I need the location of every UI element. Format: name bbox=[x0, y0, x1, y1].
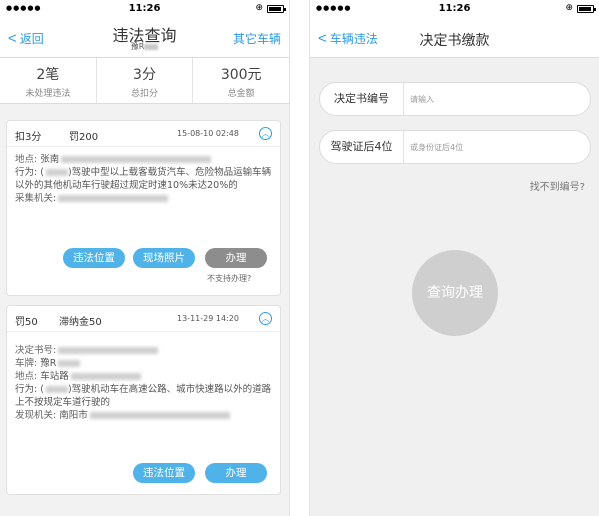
left-screen: ●●●●● 11:26 ⊕ < 返回 违法查询 豫R 其它车辆 2笔 未处理违法… bbox=[0, 0, 290, 516]
action-prefix: ( bbox=[40, 384, 44, 395]
battery-icon bbox=[267, 5, 286, 13]
license-digits-field: 驾驶证后4位 bbox=[319, 130, 591, 164]
action-prefix: ( bbox=[40, 167, 44, 178]
fine-amount: 罚50 bbox=[15, 317, 38, 328]
place-value: 车站路 bbox=[40, 371, 69, 382]
violation-card: 扣3分 罚200 15-08-10 02:48 ︿ 地点: 张南 行为: ()驾… bbox=[6, 120, 281, 296]
fine-amount: 罚200 bbox=[69, 132, 99, 143]
place-row: 地点: 车站路 bbox=[15, 370, 272, 383]
scene-photo-button[interactable]: 现场照片 bbox=[133, 248, 195, 268]
summary-value: 2笔 bbox=[36, 67, 60, 83]
late-fee: 滞纳金50 bbox=[59, 317, 102, 328]
action-row: 行为: ()驾驶机动车在高速公路、城市快速路以外的道路上不按规定车道行驶的 bbox=[15, 383, 272, 409]
plate-row: 车牌: 豫R bbox=[15, 357, 272, 370]
org-row: 采集机关: bbox=[15, 192, 272, 205]
card-body: 决定书号: 车牌: 豫R 地点: 车站路 行为: ()驾驶机动车在高速公路、城市… bbox=[7, 332, 280, 422]
query-handle-button[interactable]: 查询办理 bbox=[412, 250, 498, 336]
place-value: 张南 bbox=[40, 154, 60, 165]
status-bar: ●●●●● 11:26 ⊕ bbox=[310, 0, 599, 18]
blurred-text bbox=[58, 195, 169, 202]
summary-bar: 2笔 未处理违法 3分 总扣分 300元 总金额 bbox=[0, 58, 289, 104]
nav-bar: < 车辆违法 决定书缴款 bbox=[310, 18, 599, 58]
license-digits-input[interactable] bbox=[410, 139, 580, 155]
nav-bar: < 返回 违法查询 豫R 其它车辆 bbox=[0, 18, 289, 58]
status-bar: ●●●●● 11:26 ⊕ bbox=[0, 0, 289, 18]
blurred-text bbox=[45, 386, 68, 393]
summary-amount: 300元 总金额 bbox=[193, 58, 289, 103]
summary-value: 3分 bbox=[133, 67, 156, 83]
not-supported-link[interactable]: 不支持办理? bbox=[207, 273, 251, 284]
violation-location-button[interactable]: 违法位置 bbox=[63, 248, 125, 268]
rotation-lock-icon: ⊕ bbox=[565, 3, 573, 13]
org-label: 采集机关: bbox=[15, 193, 57, 204]
plate-value: 豫R bbox=[40, 358, 57, 369]
card-body: 地点: 张南 行为: ()驾驶中型以上载客载货汽车、危险物品运输车辆以外的其他机… bbox=[7, 147, 280, 205]
summary-points: 3分 总扣分 bbox=[97, 58, 194, 103]
page-title: 决定书缴款 bbox=[419, 33, 490, 49]
action-row: 行为: ()驾驶中型以上载客载货汽车、危险物品运输车辆以外的其他机动车行驶超过规… bbox=[15, 166, 272, 192]
place-label: 地点: bbox=[15, 154, 38, 165]
points-deducted: 扣3分 bbox=[15, 132, 42, 143]
summary-value: 300元 bbox=[220, 67, 262, 83]
org-value: 南阳市 bbox=[59, 410, 88, 421]
summary-violations: 2笔 未处理违法 bbox=[0, 58, 97, 103]
decision-number-label: 决定书编号 bbox=[320, 83, 404, 115]
card-header[interactable]: 罚50 滞纳金50 13-11-29 14:20 ︿ bbox=[7, 306, 280, 332]
action-label: 行为: bbox=[15, 384, 38, 395]
handle-button[interactable]: 办理 bbox=[205, 248, 267, 268]
blurred-plate bbox=[144, 43, 159, 50]
chevron-up-circle-icon[interactable]: ︿ bbox=[259, 312, 272, 325]
action-label: 行为: bbox=[15, 167, 38, 178]
decision-number-input[interactable] bbox=[410, 91, 580, 107]
blurred-text bbox=[70, 373, 141, 380]
decision-label: 决定书号: bbox=[15, 345, 57, 356]
status-time: 11:26 bbox=[438, 3, 471, 14]
handle-button[interactable]: 办理 bbox=[205, 463, 267, 483]
blurred-text bbox=[89, 412, 230, 419]
decision-row: 决定书号: bbox=[15, 344, 272, 357]
rotation-lock-icon: ⊕ bbox=[255, 3, 263, 13]
other-vehicles-button[interactable]: 其它车辆 bbox=[233, 30, 281, 47]
status-time: 11:26 bbox=[128, 3, 161, 14]
place-label: 地点: bbox=[15, 371, 38, 382]
blurred-text bbox=[61, 156, 212, 163]
violation-location-button[interactable]: 违法位置 bbox=[133, 463, 195, 483]
right-screen: ●●●●● 11:26 ⊕ < 车辆违法 决定书缴款 决定书编号 驾驶证后4位 … bbox=[309, 0, 599, 516]
summary-label: 总金额 bbox=[227, 89, 255, 99]
violation-date: 15-08-10 02:48 bbox=[177, 129, 239, 138]
blurred-text bbox=[58, 360, 81, 367]
blurred-text bbox=[58, 347, 159, 354]
plate-prefix: 豫R bbox=[130, 42, 145, 51]
decision-number-field: 决定书编号 bbox=[319, 82, 591, 116]
card-header[interactable]: 扣3分 罚200 15-08-10 02:48 ︿ bbox=[7, 121, 280, 147]
violation-card: 罚50 滞纳金50 13-11-29 14:20 ︿ 决定书号: 车牌: 豫R … bbox=[6, 305, 281, 495]
plate-label: 车牌: bbox=[15, 358, 38, 369]
summary-label: 总扣分 bbox=[131, 89, 159, 99]
cannot-find-number-link[interactable]: 找不到编号? bbox=[530, 178, 585, 193]
chevron-up-circle-icon[interactable]: ︿ bbox=[259, 127, 272, 140]
place-row: 地点: 张南 bbox=[15, 153, 272, 166]
violation-date: 13-11-29 14:20 bbox=[177, 314, 239, 323]
org-row: 发现机关: 南阳市 bbox=[15, 409, 272, 422]
blurred-text bbox=[45, 169, 68, 176]
summary-label: 未处理违法 bbox=[25, 89, 71, 99]
battery-icon bbox=[577, 5, 596, 13]
org-label: 发现机关: bbox=[15, 410, 57, 421]
license-digits-label: 驾驶证后4位 bbox=[320, 131, 404, 163]
